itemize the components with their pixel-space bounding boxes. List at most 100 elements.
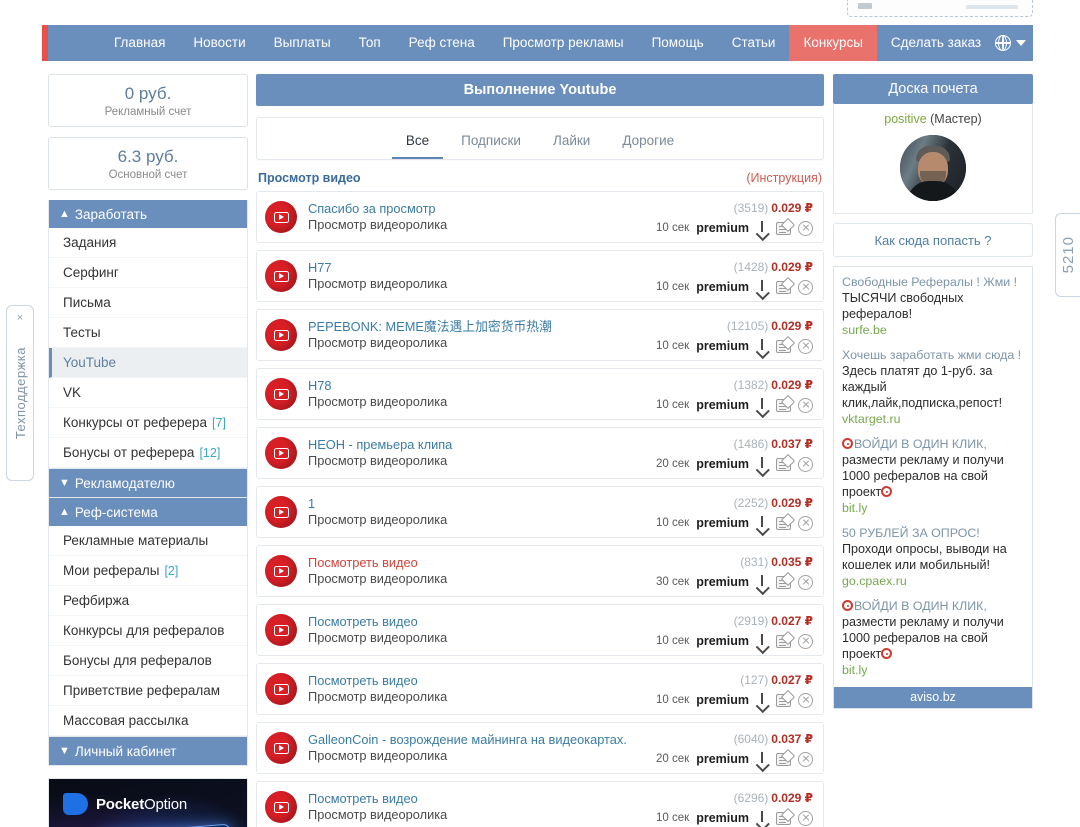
- ad-url[interactable]: bit.ly: [842, 662, 1024, 678]
- task-row[interactable]: 1 Просмотр видеоролика (2252) 0.029 ₽ 10 сек…: [256, 486, 824, 538]
- nav-item-0[interactable]: Главная: [100, 25, 179, 61]
- task-title[interactable]: PEPEBONK: MEME魔法遇上加密货币热潮: [308, 319, 656, 335]
- ban-icon[interactable]: [798, 633, 813, 649]
- sidebar-item-0-6[interactable]: Конкурсы от реферера [7]: [49, 408, 247, 438]
- ad-title[interactable]: Хочешь заработать жми сюда !: [842, 347, 1024, 363]
- note-icon[interactable]: [776, 752, 791, 766]
- download-arrow-icon[interactable]: [756, 397, 769, 413]
- download-arrow-icon[interactable]: [756, 338, 769, 354]
- sidebar-item-0-2[interactable]: Письма: [49, 288, 247, 318]
- nav-item-2[interactable]: Выплаты: [260, 25, 345, 61]
- download-arrow-icon[interactable]: [756, 456, 769, 472]
- ban-icon[interactable]: [798, 810, 813, 826]
- note-icon[interactable]: [776, 516, 791, 530]
- sidebar-item-0-7[interactable]: Бонусы от реферера [12]: [49, 438, 247, 468]
- task-row[interactable]: GalleonCoin - возрождение майнинга на ви…: [256, 722, 824, 774]
- note-icon[interactable]: [776, 811, 791, 825]
- sidebar-item-2-6[interactable]: Массовая рассылка: [49, 706, 247, 736]
- note-icon[interactable]: [776, 693, 791, 707]
- nav-item-7[interactable]: Статьи: [718, 25, 790, 61]
- task-title[interactable]: 1: [308, 496, 656, 512]
- sidebar-item-2-4[interactable]: Бонусы для рефералов: [49, 646, 247, 676]
- download-arrow-icon[interactable]: [756, 515, 769, 531]
- nav-item-6[interactable]: Помощь: [638, 25, 718, 61]
- ban-icon[interactable]: [798, 692, 813, 708]
- ad-title[interactable]: ВОЙДИ В ОДИН КЛИК,: [842, 436, 1024, 452]
- download-arrow-icon[interactable]: [756, 810, 769, 826]
- nav-item-9[interactable]: Сделать заказ: [877, 25, 995, 61]
- ad-url[interactable]: surfe.be: [842, 322, 1024, 338]
- ban-icon[interactable]: [798, 279, 813, 295]
- ad-url[interactable]: vktarget.ru: [842, 411, 1024, 427]
- task-row[interactable]: H78 Просмотр видеоролика (1382) 0.029 ₽ 10 с…: [256, 368, 824, 420]
- close-icon[interactable]: ×: [17, 312, 23, 324]
- download-arrow-icon[interactable]: [756, 633, 769, 649]
- sidebar-item-0-3[interactable]: Тесты: [49, 318, 247, 348]
- nav-item-4[interactable]: Реф стена: [395, 25, 489, 61]
- task-row[interactable]: H77 Просмотр видеоролика (1428) 0.029 ₽ 10 с…: [256, 250, 824, 302]
- task-row[interactable]: Посмотреть видео Просмотр видеоролика (127…: [256, 663, 824, 715]
- sidebar-group-header-0[interactable]: ▲ Заработать: [49, 200, 247, 228]
- ad-title[interactable]: 50 РУБЛЕЙ ЗА ОПРОС!: [842, 525, 1024, 541]
- download-arrow-icon[interactable]: [756, 220, 769, 236]
- nav-item-8[interactable]: Конкурсы: [789, 25, 877, 61]
- how-to-get-here-button[interactable]: Как сюда попасть ?: [833, 223, 1033, 257]
- task-title[interactable]: Спасибо за просмотр: [308, 201, 656, 217]
- sidebar-item-2-3[interactable]: Конкурсы для рефералов: [49, 616, 247, 646]
- support-tab[interactable]: × Техподдержка: [6, 305, 34, 481]
- note-icon[interactable]: [776, 398, 791, 412]
- sidebar-item-0-4[interactable]: YouTube: [49, 348, 247, 378]
- task-row[interactable]: Посмотреть видео Просмотр видеоролика (831…: [256, 545, 824, 597]
- task-title[interactable]: НЕОН - премьера клипа: [308, 437, 656, 453]
- download-arrow-icon[interactable]: [756, 574, 769, 590]
- ban-icon[interactable]: [798, 574, 813, 590]
- task-row[interactable]: Посмотреть видео Просмотр видеоролика (629…: [256, 781, 824, 827]
- download-arrow-icon[interactable]: [756, 751, 769, 767]
- tab-2[interactable]: Лайки: [539, 133, 604, 159]
- note-icon[interactable]: [776, 339, 791, 353]
- sidebar-item-2-5[interactable]: Приветствие рефералам: [49, 676, 247, 706]
- honor-username[interactable]: positive: [884, 112, 926, 126]
- pocketoption-banner[interactable]: PocketOption: [48, 778, 248, 827]
- ban-icon[interactable]: [798, 220, 813, 236]
- task-title[interactable]: Посмотреть видео: [308, 673, 656, 689]
- task-row[interactable]: Посмотреть видео Просмотр видеоролика (291…: [256, 604, 824, 656]
- tab-3[interactable]: Дорогие: [608, 133, 688, 159]
- download-arrow-icon[interactable]: [756, 279, 769, 295]
- ad-title[interactable]: ВОЙДИ В ОДИН КЛИК,: [842, 598, 1024, 614]
- ban-icon[interactable]: [798, 515, 813, 531]
- ban-icon[interactable]: [798, 397, 813, 413]
- task-title[interactable]: H77: [308, 260, 656, 276]
- ban-icon[interactable]: [798, 751, 813, 767]
- task-row[interactable]: Спасибо за просмотр Просмотр видеоролика(…: [256, 191, 824, 243]
- ban-icon[interactable]: [798, 456, 813, 472]
- sidebar-item-2-2[interactable]: Рефбиржа: [49, 586, 247, 616]
- sidebar-item-0-1[interactable]: Серфинг: [49, 258, 247, 288]
- task-title[interactable]: Посмотреть видео: [308, 555, 656, 571]
- ban-icon[interactable]: [798, 338, 813, 354]
- sidebar-item-2-0[interactable]: Рекламные материалы: [49, 526, 247, 556]
- task-row[interactable]: PEPEBONK: MEME魔法遇上加密货币热潮 Просмотр видеоро…: [256, 309, 824, 361]
- online-counter-tab[interactable]: 5210: [1055, 213, 1080, 297]
- sidebar-group-header-3[interactable]: ▼ Личный кабинет: [49, 737, 247, 765]
- sidebar-group-header-2[interactable]: ▲ Реф-система: [49, 498, 247, 526]
- task-title[interactable]: Посмотреть видео: [308, 614, 656, 630]
- task-title[interactable]: GalleonCoin - возрождение майнинга на ви…: [308, 732, 656, 748]
- sidebar-item-0-0[interactable]: Задания: [49, 228, 247, 258]
- task-row[interactable]: НЕОН - премьера клипа Просмотр видеоролик…: [256, 427, 824, 479]
- tab-0[interactable]: Все: [391, 133, 444, 159]
- note-icon[interactable]: [776, 634, 791, 648]
- note-icon[interactable]: [776, 221, 791, 235]
- note-icon[interactable]: [776, 575, 791, 589]
- language-selector[interactable]: [994, 34, 1027, 51]
- ad-title[interactable]: Свободные Рефералы ! Жми !: [842, 274, 1024, 290]
- sidebar-item-0-5[interactable]: VK: [49, 378, 247, 408]
- nav-item-5[interactable]: Просмотр рекламы: [489, 25, 638, 61]
- task-title[interactable]: H78: [308, 378, 656, 394]
- sidebar-group-header-1[interactable]: ▼ Рекламодателю: [49, 469, 247, 497]
- ad-url[interactable]: bit.ly: [842, 500, 1024, 516]
- ad-url[interactable]: go.cpaex.ru: [842, 573, 1024, 589]
- download-arrow-icon[interactable]: [756, 692, 769, 708]
- note-icon[interactable]: [776, 280, 791, 294]
- sidebar-item-2-1[interactable]: Мои рефералы [2]: [49, 556, 247, 586]
